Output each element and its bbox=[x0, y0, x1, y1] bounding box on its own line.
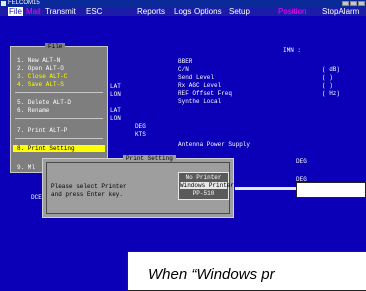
file-menu-title: File bbox=[45, 43, 66, 50]
close-button[interactable] bbox=[358, 1, 365, 6]
file-menu-print-setting[interactable]: 8. Print Setting bbox=[13, 145, 105, 152]
imn-label: IMN : bbox=[283, 47, 302, 54]
callout-pointer bbox=[235, 187, 297, 190]
lon-label-1: LON bbox=[110, 91, 121, 98]
menu-options[interactable]: Options bbox=[194, 7, 222, 16]
dce-label: DCE bbox=[31, 194, 42, 201]
menu-bar: File Mail Transmit ESC Reports Logs Opti… bbox=[0, 7, 366, 16]
print-dialog-title: Print Setting bbox=[123, 155, 176, 162]
rx-agc-value: ( ) bbox=[322, 82, 333, 89]
lon-label-2: LON bbox=[110, 115, 121, 122]
send-level-label: Send Level bbox=[178, 74, 215, 81]
menu-reports[interactable]: Reports bbox=[137, 7, 165, 16]
antenna-power-label: Antenna Power Supply bbox=[178, 141, 251, 148]
lat-label-2: LAT bbox=[110, 107, 121, 114]
menu-file[interactable]: File bbox=[8, 7, 23, 16]
menu-stopalarm[interactable]: StopAlarm bbox=[322, 7, 359, 16]
menu-position[interactable]: Position bbox=[278, 7, 306, 16]
file-menu-separator bbox=[15, 138, 103, 139]
rx-agc-label: Rx AGC Level bbox=[178, 82, 222, 89]
deg-label-1: DEG bbox=[135, 123, 146, 130]
file-menu-open[interactable]: 2. Open ALT-O bbox=[17, 65, 64, 72]
print-dialog-message-line1: Please select Printer bbox=[51, 183, 127, 190]
file-menu-print[interactable]: 7. Print ALT-P bbox=[17, 127, 67, 134]
file-menu-close[interactable]: 3. Close ALT-C bbox=[17, 73, 67, 80]
print-dialog-message-line2: and press Enter key. bbox=[51, 191, 124, 198]
bber-label: BBER bbox=[178, 58, 193, 65]
printer-option-windows-printer[interactable]: Windows Printer bbox=[180, 182, 234, 189]
cn-label: C/N bbox=[178, 66, 189, 73]
caption-text: When “Windows pr bbox=[148, 266, 275, 283]
printer-option-no-printer[interactable]: No Printer bbox=[180, 174, 227, 181]
lat-label-1: LAT bbox=[110, 83, 121, 90]
kts-label: KTS bbox=[135, 131, 146, 138]
menu-logs[interactable]: Logs bbox=[174, 7, 191, 16]
synth-label: Synthe Local bbox=[178, 98, 222, 105]
file-menu-separator bbox=[15, 92, 103, 93]
cn-unit: ( dB) bbox=[322, 66, 341, 73]
ref-offset-unit: ( Hz) bbox=[322, 90, 341, 97]
file-menu-save[interactable]: 4. Save ALT-S bbox=[17, 81, 64, 88]
app-icon bbox=[1, 1, 6, 6]
title-bar: FELCOM15 bbox=[0, 0, 366, 7]
file-menu: File 1. New ALT-N 2. Open ALT-O 3. Close… bbox=[10, 43, 108, 173]
print-setting-dialog: Print Setting Please select Printer and … bbox=[42, 155, 234, 218]
send-level-value: ( ) bbox=[322, 74, 333, 81]
callout-box bbox=[296, 182, 366, 198]
menu-transmit[interactable]: Transmit bbox=[45, 7, 76, 16]
menu-esc[interactable]: ESC bbox=[86, 7, 102, 16]
minimize-button[interactable] bbox=[342, 1, 349, 6]
printer-option-pp510[interactable]: PP-510 bbox=[180, 190, 227, 197]
ref-offset-label: REF Offset Freq bbox=[178, 90, 233, 97]
file-menu-delete[interactable]: 5. Delete ALT-D bbox=[17, 99, 71, 106]
file-menu-rename[interactable]: 6. Rename bbox=[17, 107, 49, 114]
menu-setup[interactable]: Setup bbox=[229, 7, 250, 16]
window-title: FELCOM15 bbox=[8, 0, 40, 6]
deg-label-2: DEG bbox=[296, 158, 307, 165]
file-menu-mail[interactable]: 9. Ml bbox=[17, 164, 35, 171]
caption-box: When “Windows pr bbox=[127, 251, 366, 291]
menu-mail[interactable]: Mail bbox=[26, 7, 41, 16]
file-menu-new[interactable]: 1. New ALT-N bbox=[17, 57, 60, 64]
file-menu-separator bbox=[15, 118, 103, 119]
printer-list: No Printer Windows Printer PP-510 bbox=[178, 172, 234, 200]
maximize-button[interactable] bbox=[350, 1, 357, 6]
